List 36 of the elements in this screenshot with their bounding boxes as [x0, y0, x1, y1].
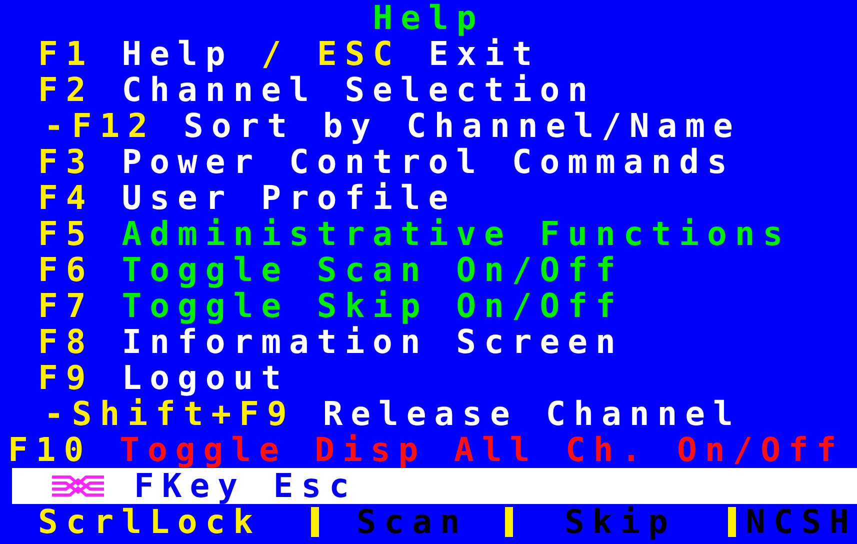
lock-indicator: ScrlLock: [37, 504, 262, 540]
lock-indicator: Skip: [563, 504, 677, 540]
toggle-item-text: Toggle Disp All Ch. On/Off: [120, 432, 844, 468]
function-key-label: F2: [38, 72, 94, 108]
help-item-text: Logout: [122, 360, 289, 396]
function-key-label: F3: [38, 144, 94, 180]
function-key-label: F7: [38, 288, 94, 324]
help-item-text: User Profile: [122, 180, 456, 216]
help-item-text: Release Channel: [322, 396, 741, 432]
function-key-label: F6: [38, 252, 94, 288]
separator-bar: [504, 507, 513, 537]
help-item-text: Information Screen: [122, 324, 624, 360]
help-item-text: Exit: [428, 36, 540, 72]
function-key-label: F9: [38, 360, 94, 396]
separator-bar: [311, 507, 320, 537]
help-item-text: Help: [122, 36, 234, 72]
function-key-label: -Shift+F9: [44, 396, 295, 432]
admin-item-text: Administrative Functions: [122, 216, 791, 252]
help-item-text: Power Control Commands: [122, 144, 735, 180]
help-item-text: Channel Selection: [122, 72, 596, 108]
function-key-label: F5: [38, 216, 94, 252]
keyboard-glyph-icon: [50, 474, 106, 498]
status-text: FKey Esc: [134, 468, 357, 504]
screen-title: Help: [372, 0, 484, 36]
admin-item-text: Toggle Scan On/Off: [122, 252, 624, 288]
function-key-label: F4: [38, 180, 94, 216]
function-key-label: -F12: [44, 108, 156, 144]
admin-item-text: Toggle Skip On/Off: [122, 288, 624, 324]
function-key-label: F10: [8, 432, 92, 468]
separator-bar: [728, 507, 736, 537]
function-key-label: F1: [38, 36, 94, 72]
function-key-label: F8: [38, 324, 94, 360]
lock-indicator: NCSH: [744, 504, 857, 540]
lock-indicator: Scan: [355, 504, 469, 540]
help-item-text: Sort by Channel/Name: [183, 108, 741, 144]
function-key-label: / ESC: [261, 36, 401, 72]
